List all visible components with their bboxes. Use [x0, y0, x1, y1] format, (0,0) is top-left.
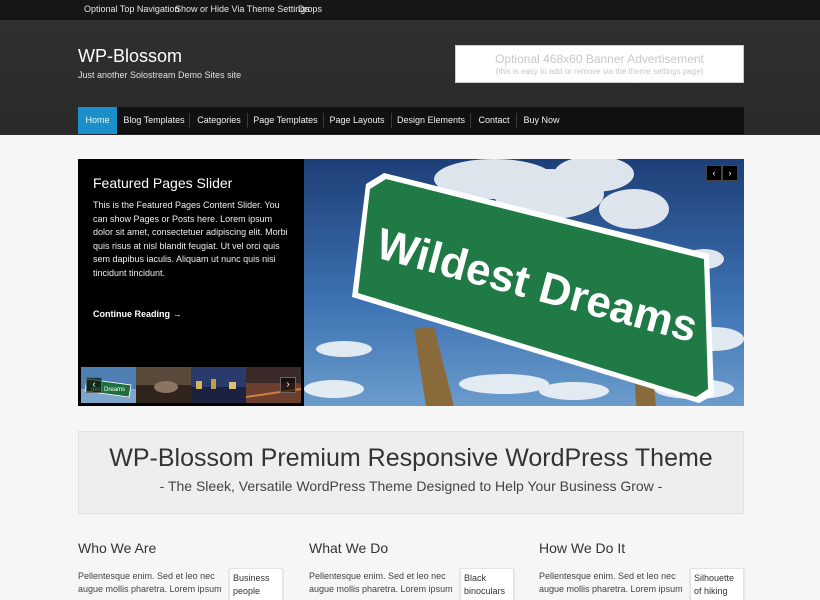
nav-item-categories[interactable]: Categories [193, 107, 245, 134]
nav-item-page-templates[interactable]: Page Templates [252, 107, 319, 134]
nav-separator [189, 113, 190, 128]
thumbnail-prev-arrow[interactable]: ‹ [86, 377, 102, 393]
banner-advertisement[interactable]: Optional 468x60 Banner Advertisement (th… [455, 45, 744, 83]
thumbnail-3[interactable] [191, 367, 246, 403]
column-text: Pellentesque enim. Sed et leo nec augue … [539, 571, 683, 594]
top-nav-item-show-hide[interactable]: Show or Hide Via Theme Settings [175, 4, 310, 14]
wildest-dreams-sign-image: Wildest Dreams [304, 159, 744, 406]
site-title[interactable]: WP-Blossom [78, 46, 182, 67]
nav-item-page-layouts[interactable]: Page Layouts [328, 107, 386, 134]
column-heading: Who We Are [78, 540, 157, 556]
image-caption-card[interactable]: Business people [229, 568, 283, 600]
thumbnail-2[interactable] [136, 367, 191, 403]
column-text: Pellentesque enim. Sed et leo nec augue … [309, 571, 453, 594]
image-caption-card[interactable]: Silhouette of hiking man [690, 568, 744, 600]
site-tagline: Just another Solostream Demo Sites site [78, 70, 242, 80]
featured-slider: Featured Pages Slider This is the Featur… [78, 159, 744, 406]
top-nav-item-drops[interactable]: Drops [298, 4, 322, 14]
nav-item-buy-now[interactable]: Buy Now [521, 107, 562, 134]
nav-item-contact[interactable]: Contact [475, 107, 513, 134]
banner-title: Optional 468x60 Banner Advertisement [495, 52, 704, 66]
nav-item-blog-templates[interactable]: Blog Templates [120, 107, 188, 134]
site-header: WP-Blossom Just another Solostream Demo … [0, 20, 820, 135]
slider-thumbnails: dest Dreams ‹ › [81, 367, 301, 403]
nav-separator [391, 113, 392, 128]
nav-separator [323, 113, 324, 128]
top-nav-item-optional[interactable]: Optional Top Navigation [84, 4, 179, 14]
continue-reading-link[interactable]: Continue Reading → [93, 309, 182, 319]
nav-separator [516, 113, 517, 128]
column-heading: What We Do [309, 540, 389, 556]
column-who-we-are: Who We Are Pellentesque enim. Sed et leo… [78, 540, 283, 600]
slide-image[interactable]: Wildest Dreams ‹ › [304, 159, 744, 406]
image-caption-card[interactable]: Black binoculars [460, 568, 514, 600]
column-how-we-do-it: How We Do It Pellentesque enim. Sed et l… [539, 540, 744, 600]
slide-text-panel: Featured Pages Slider This is the Featur… [78, 159, 304, 406]
slide-title[interactable]: Featured Pages Slider [93, 175, 232, 191]
slide-body: This is the Featured Pages Content Slide… [93, 200, 288, 278]
main-navigation: Home Blog Templates Categories Page Temp… [78, 107, 744, 134]
promo-title: WP-Blossom Premium Responsive WordPress … [109, 444, 713, 472]
nav-separator [247, 113, 248, 128]
top-navigation: Optional Top Navigation Show or Hide Via… [0, 0, 820, 20]
nav-item-design-elements[interactable]: Design Elements [396, 107, 466, 134]
promo-box: WP-Blossom Premium Responsive WordPress … [78, 431, 744, 514]
thumbnail-next-arrow[interactable]: › [280, 377, 296, 393]
column-heading: How We Do It [539, 540, 626, 556]
column-text: Pellentesque enim. Sed et leo nec augue … [78, 571, 222, 594]
banner-note: (this is easy to add or remove via the t… [495, 67, 704, 76]
promo-subtitle: - The Sleek, Versatile WordPress Theme D… [159, 478, 663, 494]
nav-separator [470, 113, 471, 128]
nav-item-home[interactable]: Home [78, 107, 117, 134]
column-what-we-do: What We Do Pellentesque enim. Sed et leo… [309, 540, 514, 600]
slider-next-icon[interactable]: › [722, 165, 738, 181]
slider-prev-icon[interactable]: ‹ [706, 165, 722, 181]
